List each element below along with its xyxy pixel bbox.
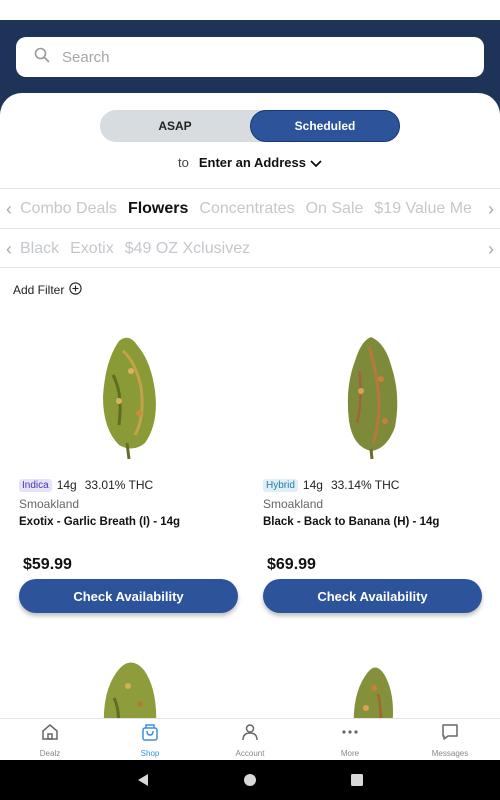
product-image[interactable] <box>19 331 239 466</box>
shopping-bag-icon <box>140 722 160 747</box>
tab-label: Messages <box>431 748 469 758</box>
tab-messages[interactable]: Messages <box>400 719 500 760</box>
add-filter-button[interactable]: Add Filter <box>13 282 83 298</box>
category-19-value[interactable]: $19 Value Me <box>374 200 472 218</box>
address-row: to Enter an Address <box>0 155 500 171</box>
product-brand: Smoakland <box>263 497 324 511</box>
chat-icon <box>440 722 460 747</box>
product-price: $69.99 <box>267 556 316 573</box>
product-image[interactable] <box>19 648 239 718</box>
chevron-right-icon[interactable]: › <box>482 229 500 267</box>
category-row: ‹ Combo Deals Flowers Concentrates On Sa… <box>0 188 500 228</box>
delivery-toggle: ASAP Scheduled <box>100 110 400 142</box>
chevron-left-icon[interactable]: ‹ <box>0 229 18 267</box>
tab-more[interactable]: More <box>300 719 400 760</box>
status-bar <box>0 0 500 20</box>
address-selector[interactable]: Enter an Address <box>199 155 322 170</box>
product-thc: 33.14% THC <box>330 478 400 492</box>
subcategory-49-oz[interactable]: $49 OZ Xclusivez <box>125 240 250 258</box>
product-thc: 33.01% THC <box>84 478 154 492</box>
category-on-sale[interactable]: On Sale <box>306 200 364 218</box>
product-image[interactable] <box>263 648 483 718</box>
chevron-right-icon[interactable]: › <box>482 189 500 228</box>
tab-label: Dealz <box>39 748 61 758</box>
search-icon <box>34 47 50 68</box>
category-flowers[interactable]: Flowers <box>128 200 188 218</box>
address-prefix: to <box>177 155 189 170</box>
recents-icon[interactable] <box>342 765 372 795</box>
home-button-icon[interactable] <box>235 765 265 795</box>
chevron-down-icon <box>310 156 322 171</box>
search-bar[interactable] <box>16 37 484 77</box>
product-weight: 14g <box>302 478 323 492</box>
subcategory-exotix[interactable]: Exotix <box>70 240 114 258</box>
bottom-tab-bar: Dealz Shop Account More Messages <box>0 718 500 760</box>
product-name[interactable]: Black - Back to Banana (H) - 14g <box>263 516 483 528</box>
person-icon <box>240 722 260 747</box>
product-meta: Indica 14g 33.01% THC <box>19 478 239 492</box>
product-price: $59.99 <box>23 556 72 573</box>
more-dots-icon <box>340 722 360 747</box>
product-card[interactable]: Hybrid 14g 33.14% THC Smoakland Black - … <box>263 331 483 613</box>
product-meta: Hybrid 14g 33.14% THC <box>263 478 483 492</box>
product-brand: Smoakland <box>19 497 80 511</box>
content-sheet: ASAP Scheduled to Enter an Address ‹ Comb… <box>0 93 500 718</box>
subcategory-row: ‹ Black Exotix $49 OZ Xclusivez › <box>0 228 500 268</box>
tab-label: More <box>340 748 360 758</box>
plus-circle-icon <box>69 282 83 298</box>
strain-badge: Indica <box>19 478 52 492</box>
scheduled-option[interactable]: Scheduled <box>250 110 400 142</box>
tab-dealz[interactable]: Dealz <box>0 719 100 760</box>
product-name[interactable]: Exotix - Garlic Breath (I) - 14g <box>19 516 239 528</box>
back-icon[interactable] <box>128 765 158 795</box>
product-weight: 14g <box>56 478 77 492</box>
search-input[interactable] <box>62 48 442 66</box>
tab-account[interactable]: Account <box>200 719 300 760</box>
category-concentrates[interactable]: Concentrates <box>199 200 294 218</box>
address-value: Enter an Address <box>198 155 306 170</box>
add-filter-label: Add Filter <box>13 283 65 297</box>
tab-label: Shop <box>140 748 160 758</box>
product-card[interactable]: Indica 14g 33.01% THC Smoakland Exotix -… <box>19 331 239 613</box>
category-combo-deals[interactable]: Combo Deals <box>20 200 117 218</box>
chevron-left-icon[interactable]: ‹ <box>0 189 18 228</box>
check-availability-button[interactable]: Check Availability <box>263 579 482 613</box>
check-availability-button[interactable]: Check Availability <box>19 579 238 613</box>
home-icon <box>40 722 60 747</box>
tab-label: Account <box>235 748 265 758</box>
product-image[interactable] <box>263 331 483 466</box>
system-nav-bar <box>0 760 500 800</box>
tab-shop[interactable]: Shop <box>100 719 200 760</box>
asap-option[interactable]: ASAP <box>100 110 250 142</box>
subcategory-black[interactable]: Black <box>20 240 59 258</box>
strain-badge: Hybrid <box>263 478 298 492</box>
